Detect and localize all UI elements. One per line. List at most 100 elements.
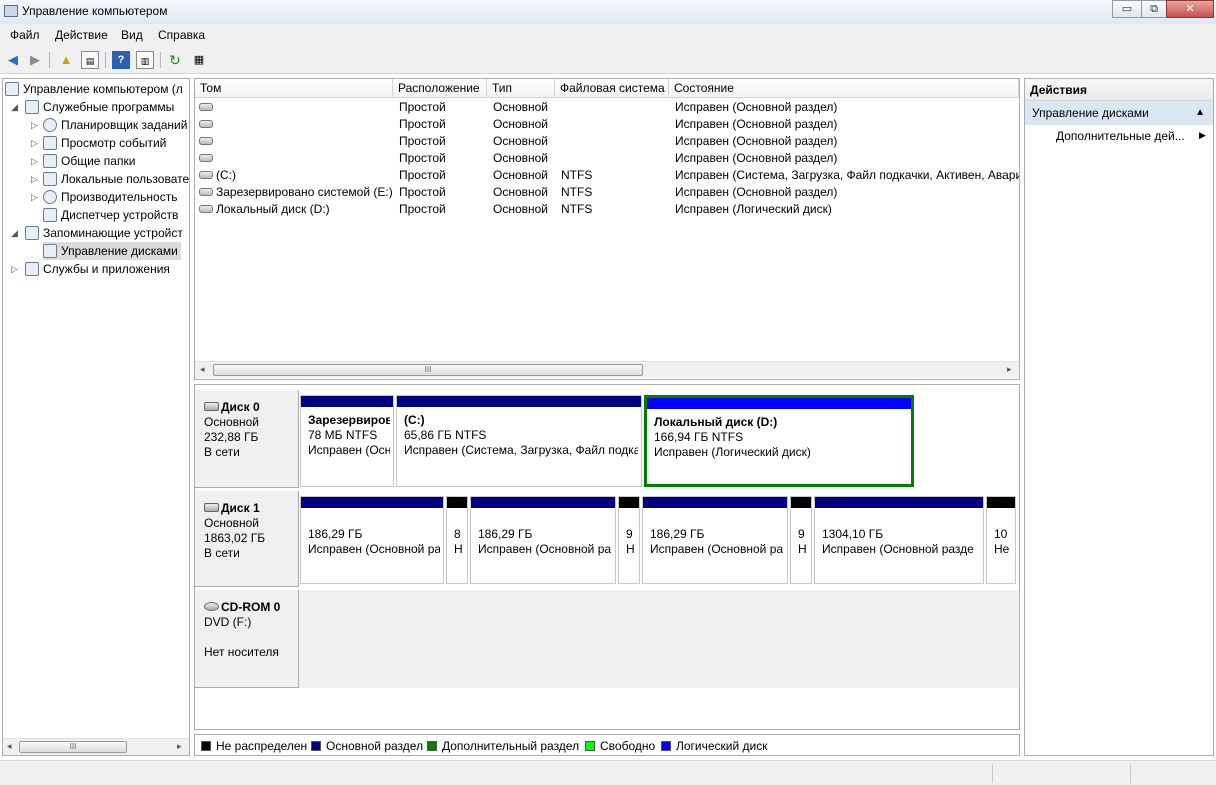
partition-name: (C:) — [404, 413, 425, 427]
forward-arrow-icon[interactable]: ▶ — [26, 51, 44, 69]
tree-item-services-applications[interactable]: Службы и приложения — [25, 260, 170, 278]
volume-row[interactable]: (C:) Простой Основной NTFS Исправен (Система… — [195, 167, 1019, 184]
cdrom-0-label[interactable]: CD-ROM 0 DVD (F:) Нет носителя — [195, 590, 299, 688]
partition-block[interactable]: Локальный диск (D:) 166,94 ГБ NTFS Исправе… — [644, 395, 914, 487]
scroll-right-icon[interactable]: ▸ — [1007, 364, 1012, 375]
scroll-right-icon[interactable]: ▸ — [177, 741, 182, 752]
column-header-status[interactable]: Состояние — [669, 79, 1019, 98]
partition-size: 186,29 ГБ — [308, 527, 363, 541]
volume-row[interactable]: Зарезервировано системой (E:) Простой Осно… — [195, 184, 1019, 201]
partition-block[interactable]: Зарезервиров 78 МБ NTFS Исправен (Осн — [300, 395, 394, 487]
tree-horizontal-scrollbar[interactable]: ◂ III ▸ — [3, 738, 189, 755]
volume-row[interactable]: Простой Основной Исправен (Основной раздел… — [195, 133, 1019, 150]
swatch — [661, 741, 671, 751]
tree-item-task-scheduler[interactable]: Планировщик заданий — [43, 116, 187, 134]
expand-icon[interactable]: ▷ — [31, 116, 41, 134]
scroll-left-icon[interactable]: ◂ — [200, 364, 205, 375]
menu-file[interactable]: Файл — [10, 28, 40, 42]
status-separator — [1130, 764, 1131, 783]
column-header-volume[interactable]: Том — [195, 79, 393, 98]
refresh-icon[interactable]: ↻ — [166, 51, 184, 69]
partition-type-bar — [301, 497, 443, 508]
volume-cell: Основной — [493, 100, 549, 114]
column-header-filesystem[interactable]: Файловая система — [555, 79, 669, 98]
tree-item-device-manager[interactable]: Диспетчер устройств — [43, 206, 178, 224]
tree-item-system-tools[interactable]: Служебные программы — [25, 98, 174, 116]
minimize-button[interactable]: ▭ — [1112, 0, 1142, 18]
show-hide-tree-icon[interactable]: ▤ — [81, 51, 99, 69]
partition-size: 8 — [454, 527, 461, 541]
disk-0-label[interactable]: Диск 0 Основной 232,88 ГБ В сети — [195, 390, 299, 488]
expand-icon[interactable]: ▷ — [31, 134, 41, 152]
scroll-left-icon[interactable]: ◂ — [7, 741, 12, 752]
partition-status: Н — [626, 542, 635, 556]
partition-info: Локальный диск (D:) 166,94 ГБ NTFS Исправе… — [650, 412, 908, 481]
partition-block[interactable]: 10 Не — [986, 496, 1016, 584]
tree-item-computer-management[interactable]: Управление компьютером (л — [5, 80, 183, 98]
partition-block[interactable]: (C:) 65,86 ГБ NTFS Исправен (Система, Загр… — [396, 395, 642, 487]
partition-info: (C:) 65,86 ГБ NTFS Исправен (Система, Загр… — [400, 410, 638, 483]
properties-icon[interactable]: ▦ — [190, 51, 208, 69]
partition-block[interactable]: 186,29 ГБ Исправен (Основной ра — [642, 496, 788, 584]
partition-name: Зарезервиров — [308, 413, 390, 427]
computer-management-icon — [4, 5, 18, 17]
partition-type-bar — [447, 497, 467, 508]
tree-item-event-viewer[interactable]: Просмотр событий — [43, 134, 166, 152]
partition-info: 9Н — [622, 511, 636, 580]
actions-section-disk-management[interactable]: Управление дисками ▲ — [1025, 101, 1213, 125]
tree-item-shared-folders[interactable]: Общие папки — [43, 152, 135, 170]
clock-icon — [43, 118, 57, 132]
more-actions-item[interactable]: Дополнительные дей... — [1056, 129, 1185, 143]
partition-block[interactable]: 186,29 ГБ Исправен (Основной ра — [470, 496, 616, 584]
volume-row[interactable]: Простой Основной Исправен (Основной раздел… — [195, 116, 1019, 133]
expand-icon[interactable]: ▷ — [31, 170, 41, 188]
partition-block[interactable]: 9Н — [790, 496, 812, 584]
help-icon[interactable]: ? — [112, 51, 130, 69]
expand-icon[interactable]: ▷ — [11, 260, 21, 278]
volume-row[interactable]: Простой Основной Исправен (Основной раздел… — [195, 99, 1019, 116]
up-folder-icon[interactable]: ▲ — [57, 51, 75, 69]
shared-folder-icon — [43, 154, 57, 168]
tree-item-local-users[interactable]: Локальные пользовате — [43, 170, 189, 188]
volume-row[interactable]: Простой Основной Исправен (Основной раздел… — [195, 150, 1019, 167]
back-arrow-icon[interactable]: ◀ — [4, 51, 22, 69]
menu-help[interactable]: Справка — [158, 28, 205, 42]
partition-block[interactable]: 8Н — [446, 496, 468, 584]
menu-action[interactable]: Действие — [55, 28, 108, 42]
partition-status: Н — [798, 542, 807, 556]
tree-item-performance[interactable]: Производительность — [43, 188, 177, 206]
partition-status: Исправен (Основной ра — [478, 542, 612, 556]
menu-view[interactable]: Вид — [121, 28, 143, 42]
show-hide-action-pane-icon[interactable]: ▥ — [136, 51, 154, 69]
collapse-up-icon[interactable]: ▲ — [1195, 101, 1205, 125]
toolbar-separator — [160, 52, 161, 68]
submenu-arrow-icon[interactable]: ▶ — [1199, 130, 1206, 141]
volume-cell: Основной — [493, 117, 549, 131]
partition-status: Исправен (Система, Загрузка, Файл подка — [404, 443, 638, 457]
scroll-thumb[interactable]: III — [19, 741, 127, 753]
volume-row[interactable]: Локальный диск (D:) Простой Основной NTFS Ис… — [195, 201, 1019, 218]
volume-horizontal-scrollbar[interactable]: ◂ III ▸ — [195, 361, 1019, 378]
partition-status: Исправен (Основной разде — [822, 542, 974, 556]
collapse-icon[interactable]: ◢ — [11, 224, 21, 242]
cdrom-0-area[interactable] — [299, 590, 1019, 688]
partition-size: 186,29 ГБ — [478, 527, 533, 541]
expand-icon[interactable]: ▷ — [31, 152, 41, 170]
column-header-layout[interactable]: Расположение — [393, 79, 487, 98]
tree-item-disk-management[interactable]: Управление дисками — [43, 242, 181, 260]
legend: Не распределен Основной раздел Дополните… — [194, 734, 1020, 756]
tree-item-storage[interactable]: Запоминающие устройст — [25, 224, 183, 242]
collapse-icon[interactable]: ◢ — [11, 98, 21, 116]
volume-cell: NTFS — [561, 168, 593, 182]
close-button[interactable]: ✕ — [1166, 0, 1214, 18]
partition-block[interactable]: 9Н — [618, 496, 640, 584]
column-header-type[interactable]: Тип — [487, 79, 555, 98]
disk-1-label[interactable]: Диск 1 Основной 1863,02 ГБ В сети — [195, 491, 299, 587]
partition-block[interactable]: 1304,10 ГБ Исправен (Основной разде — [814, 496, 984, 584]
scroll-thumb[interactable]: III — [213, 364, 643, 376]
partition-size: 1304,10 ГБ — [822, 527, 884, 541]
volume-cell: Основной — [493, 134, 549, 148]
restore-button[interactable]: ⧉ — [1141, 0, 1167, 18]
expand-icon[interactable]: ▷ — [31, 188, 41, 206]
partition-block[interactable]: 186,29 ГБ Исправен (Основной ра — [300, 496, 444, 584]
